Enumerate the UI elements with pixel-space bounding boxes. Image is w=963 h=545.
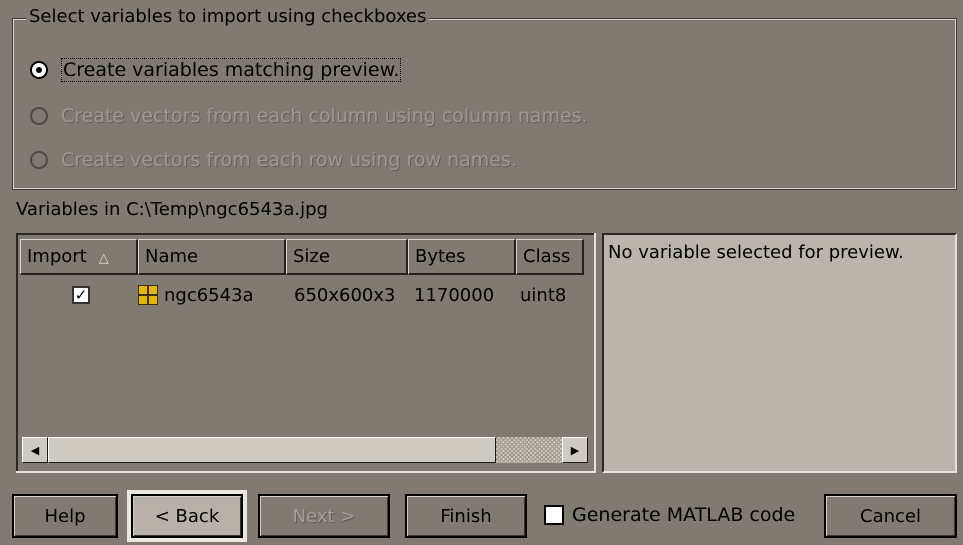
option-row-vectors[interactable]: Create vectors from each row using row n… <box>30 146 517 174</box>
back-button[interactable]: < Back <box>127 490 247 542</box>
column-header-size[interactable]: Size <box>286 239 408 275</box>
finish-button[interactable]: Finish <box>405 494 527 538</box>
radio-icon[interactable] <box>30 151 48 169</box>
size-cell: 650x600x3 <box>294 284 396 306</box>
option-create-variables[interactable]: Create variables matching preview. <box>30 56 402 84</box>
horizontal-scrollbar[interactable]: ◀ ▶ <box>22 437 588 463</box>
class-cell: uint8 <box>520 284 567 306</box>
option-row-vectors-label: Create vectors from each row using row n… <box>61 149 517 171</box>
sort-ascending-icon: △ <box>98 251 109 266</box>
cancel-button[interactable]: Cancel <box>824 494 957 538</box>
group-title: Select variables to import using checkbo… <box>26 6 430 27</box>
import-checkbox[interactable]: ✓ <box>72 286 90 304</box>
preview-panel: No variable selected for preview. <box>602 233 957 473</box>
help-button[interactable]: Help <box>12 494 118 538</box>
radio-selected-icon[interactable] <box>30 61 48 79</box>
variables-path-label: Variables in C:\Temp\ngc6543a.jpg <box>16 199 328 220</box>
scroll-right-icon[interactable]: ▶ <box>562 437 588 463</box>
column-header-bytes[interactable]: Bytes <box>408 239 516 275</box>
matrix-variable-icon <box>138 285 158 305</box>
option-column-vectors-label: Create vectors from each column using co… <box>61 105 588 127</box>
column-header-import[interactable]: Import △ <box>20 239 138 275</box>
table-row[interactable]: ✓ ngc6543a 650x600x3 1170000 uint8 <box>20 279 584 311</box>
column-header-name[interactable]: Name <box>138 239 286 275</box>
scroll-left-icon[interactable]: ◀ <box>22 437 48 463</box>
option-column-vectors[interactable]: Create vectors from each column using co… <box>30 102 588 130</box>
radio-icon[interactable] <box>30 107 48 125</box>
scrollbar-thumb[interactable] <box>48 437 496 463</box>
next-button[interactable]: Next > <box>258 494 390 538</box>
option-create-variables-label: Create variables matching preview. <box>61 58 402 82</box>
variable-name: ngc6543a <box>164 284 254 306</box>
bytes-cell: 1170000 <box>414 284 495 306</box>
generate-code-label: Generate MATLAB code <box>572 504 796 526</box>
preview-message: No variable selected for preview. <box>608 242 904 263</box>
table-header: Import △ Name Size Bytes Class <box>20 239 584 275</box>
column-header-class[interactable]: Class <box>516 239 584 275</box>
column-header-import-label: Import <box>27 246 87 267</box>
name-cell: ngc6543a <box>138 285 286 306</box>
import-cell: ✓ <box>20 286 138 304</box>
scrollbar-track[interactable] <box>496 437 562 463</box>
generate-code-checkbox[interactable] <box>544 505 564 525</box>
variables-table: Import △ Name Size Bytes Class ✓ ngc6543a… <box>16 233 596 473</box>
generate-code-option[interactable]: Generate MATLAB code <box>544 504 795 526</box>
